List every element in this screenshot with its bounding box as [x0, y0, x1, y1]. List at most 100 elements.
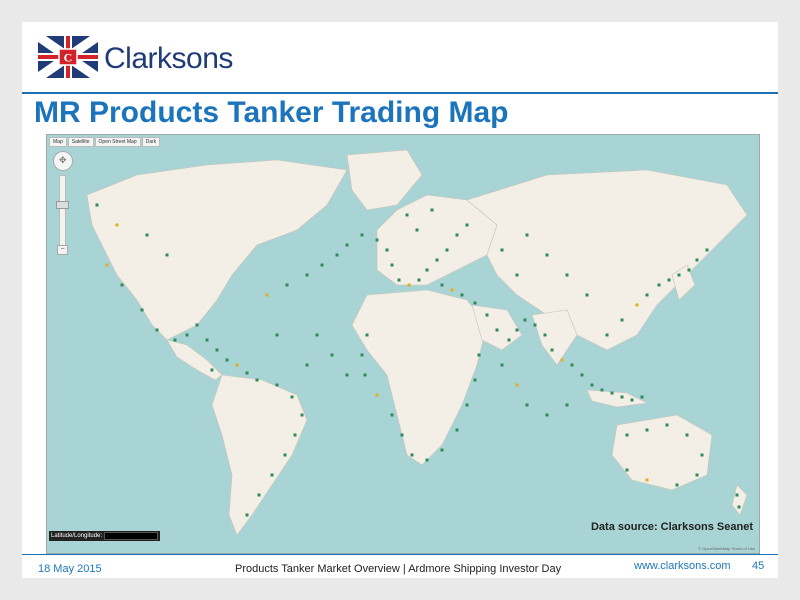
tab-satellite[interactable]: Satellite [67, 137, 94, 147]
vessel-marker [640, 395, 644, 399]
vessel-marker [657, 283, 661, 287]
vessel-marker [645, 478, 649, 482]
vessel-marker [270, 473, 274, 477]
footer-date: 18 May 2015 [38, 563, 102, 575]
vessel-marker [173, 338, 177, 342]
greenland-landmass [346, 149, 423, 211]
footer-url-link[interactable]: www.clarksons.com [634, 560, 731, 572]
vessel-marker [545, 253, 549, 257]
vessel-marker [507, 338, 511, 342]
vessel-marker [430, 208, 434, 212]
vessel-marker [465, 223, 469, 227]
vessel-marker [645, 428, 649, 432]
flag-logo-icon: C [38, 36, 98, 78]
zoom-slider[interactable] [59, 175, 66, 247]
vessel-marker [425, 458, 429, 462]
vessel-marker [705, 248, 709, 252]
vessel-marker [95, 203, 99, 207]
vessel-marker [605, 333, 609, 337]
vessel-marker [245, 371, 249, 375]
vessel-marker [385, 248, 389, 252]
vessel-marker [305, 363, 309, 367]
vessel-marker [305, 273, 309, 277]
vessel-marker [257, 493, 261, 497]
vessel-marker [565, 273, 569, 277]
vessel-marker [737, 505, 741, 509]
vessel-marker [293, 433, 297, 437]
vessel-marker [275, 383, 279, 387]
vessel-marker [245, 513, 249, 517]
vessel-marker [195, 323, 199, 327]
zoom-out-button[interactable]: − [57, 245, 68, 255]
vessel-marker [415, 228, 419, 232]
lat-long-label: Latitude/Longitude: [51, 533, 103, 539]
vessel-marker [465, 403, 469, 407]
vessel-marker [440, 283, 444, 287]
vessel-marker [345, 373, 349, 377]
vessel-marker [445, 248, 449, 252]
vessel-marker [543, 333, 547, 337]
vessel-marker [285, 283, 289, 287]
vessel-marker [345, 243, 349, 247]
vessel-marker [610, 391, 614, 395]
vessel-marker [360, 233, 364, 237]
vessel-marker [330, 353, 334, 357]
vessel-marker [265, 293, 269, 297]
vessel-marker [235, 363, 239, 367]
vessel-marker [300, 413, 304, 417]
brand-name: Clarksons [104, 42, 233, 75]
vessel-marker [410, 453, 414, 457]
tab-map[interactable]: Map [49, 137, 67, 147]
vessel-marker [635, 303, 639, 307]
vessel-marker [695, 258, 699, 262]
vessel-marker [700, 453, 704, 457]
tab-open-street-map[interactable]: Open Street Map [94, 137, 141, 147]
vessel-marker [440, 448, 444, 452]
vessel-marker [590, 383, 594, 387]
vessel-marker [460, 293, 464, 297]
tab-dark[interactable]: Dark [141, 137, 161, 147]
lat-long-field[interactable] [104, 532, 159, 540]
vessel-marker [665, 423, 669, 427]
header-divider [22, 92, 778, 94]
vessel-marker [400, 433, 404, 437]
south-america-landmass [211, 374, 308, 536]
vessel-marker [625, 468, 629, 472]
vessel-marker [495, 328, 499, 332]
pan-control[interactable]: ✥ [53, 151, 73, 171]
badge-letter: C [64, 51, 73, 65]
vessel-marker [363, 373, 367, 377]
footer-divider [22, 554, 778, 555]
vessel-marker [525, 233, 529, 237]
india-landmass [531, 309, 578, 366]
vessel-marker [407, 283, 411, 287]
vessel-marker [570, 363, 574, 367]
vessel-marker [375, 238, 379, 242]
vessel-marker [425, 268, 429, 272]
vessel-marker [335, 253, 339, 257]
vessel-marker [320, 263, 324, 267]
vessel-marker [283, 453, 287, 457]
vessel-marker [675, 483, 679, 487]
vessel-marker [667, 278, 671, 282]
trading-map[interactable]: Map Satellite Open Street Map Dark ✥ − L… [46, 134, 760, 554]
central-america-landmass [166, 339, 223, 381]
vessel-marker [580, 373, 584, 377]
vessel-marker [477, 353, 481, 357]
world-map-canvas [86, 149, 748, 536]
vessel-marker [105, 263, 109, 267]
vessel-marker [255, 378, 259, 382]
vessel-marker [315, 333, 319, 337]
vessel-marker [450, 288, 454, 292]
vessel-marker [390, 413, 394, 417]
vessel-marker [735, 493, 739, 497]
vessel-marker [625, 433, 629, 437]
zoom-slider-handle[interactable] [56, 201, 69, 209]
vessel-marker [290, 395, 294, 399]
africa-landmass [351, 289, 488, 466]
vessel-marker [375, 393, 379, 397]
vessel-marker [523, 318, 527, 322]
vessel-marker [225, 358, 229, 362]
vessel-marker [120, 283, 124, 287]
lat-long-bar: Latitude/Longitude: [49, 531, 161, 541]
